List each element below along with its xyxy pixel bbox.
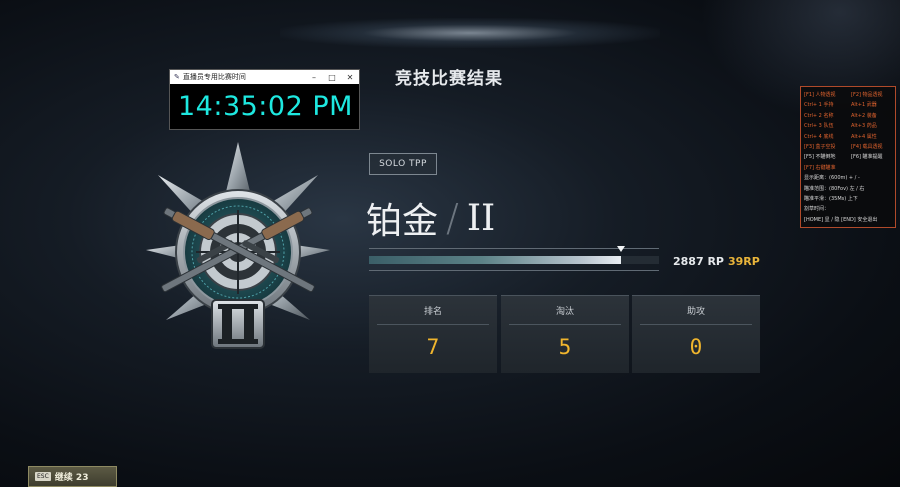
overlay-item: [F1] 人物透视 bbox=[804, 92, 836, 98]
rp-frame-top bbox=[369, 248, 659, 249]
clock-window[interactable]: ✎ 直播员专用比赛时间 – □ ✕ 14:35:02 PM bbox=[169, 69, 360, 130]
overlay-line: 瞄准平滑：(35Ms) 上下 bbox=[804, 196, 858, 203]
rp-value: 2887 RP bbox=[673, 255, 724, 268]
stat-label: 淘汰 bbox=[555, 307, 574, 317]
overlay-item: Alt+2 装备 bbox=[851, 112, 877, 119]
stat-card-kills: 淘汰 5 bbox=[501, 295, 629, 373]
overlay-row: [F1] 人物透视 [F2] 物品透视 bbox=[804, 90, 892, 100]
rank-tier: 铂金 / II bbox=[366, 192, 495, 244]
rp-progress-bar bbox=[369, 256, 659, 264]
esc-key-icon: ESC bbox=[35, 472, 51, 481]
overlay-item: Ctrl+ 3 队伍 bbox=[804, 123, 834, 130]
clock-time: 14:35:02 PM bbox=[178, 91, 353, 122]
overlay-row: Ctrl+ 2 名称 Alt+2 装备 bbox=[804, 111, 892, 121]
overlay-row: [F3] 盒子空投 [F4] 载具透视 bbox=[804, 142, 892, 152]
pen-icon: ✎ bbox=[174, 73, 180, 81]
maximize-button[interactable]: □ bbox=[323, 73, 341, 82]
rp-progress-fill bbox=[369, 256, 622, 264]
rank-tier-name: 铂金 bbox=[366, 201, 439, 242]
overlay-item: Alt+3 药品 bbox=[851, 123, 877, 130]
stat-card-assists: 助攻 0 bbox=[632, 295, 760, 373]
stat-card-rank: 排名 7 bbox=[369, 295, 497, 373]
minimize-button[interactable]: – bbox=[305, 73, 323, 82]
overlay-line: [HOME] 显 / 隐 [END] 安全退出 bbox=[804, 216, 878, 223]
overlay-item: Alt+4 属性 bbox=[851, 133, 877, 140]
continue-label: 继续 23 bbox=[54, 473, 89, 483]
stat-label: 排名 bbox=[423, 307, 442, 317]
continue-button[interactable]: ESC 继续 23 bbox=[28, 466, 117, 487]
divider bbox=[377, 324, 489, 325]
overlay-item: Ctrl+ 4 底线 bbox=[804, 133, 834, 140]
background-glow bbox=[280, 18, 660, 48]
close-button[interactable]: ✕ bbox=[341, 73, 359, 82]
overlay-line: 显示距离：(600m) + / - bbox=[804, 175, 860, 182]
overlay-item: [F3] 盒子空投 bbox=[804, 144, 836, 151]
overlay-item: Ctrl+ 2 名称 bbox=[804, 112, 834, 119]
clock-window-title: 直播员专用比赛时间 bbox=[182, 73, 246, 81]
divider bbox=[509, 324, 621, 325]
tier-divider: / bbox=[446, 196, 459, 240]
page-title: 竞技比赛结果 bbox=[395, 69, 503, 89]
stat-value: 0 bbox=[689, 335, 703, 359]
overlay-item: [F2] 物品透视 bbox=[851, 92, 883, 98]
platinum-rank-emblem-icon bbox=[138, 140, 338, 355]
overlay-item: [F6] 瞄准提醒 bbox=[851, 154, 883, 161]
rank-tier-division: II bbox=[466, 197, 496, 239]
overlay-line: 瞄准范围：(80Fov) 左 / 右 bbox=[804, 185, 865, 192]
rp-gain: 39RP bbox=[728, 255, 760, 268]
overlay-item: [F5] 不瞄倒地 bbox=[804, 154, 836, 161]
divider bbox=[640, 324, 752, 325]
overlay-item: [F4] 载具透视 bbox=[851, 144, 883, 151]
game-mode-badge: SOLO TPP bbox=[369, 153, 437, 175]
overlay-line: [F7] 右键瞄准 bbox=[804, 164, 836, 171]
overlay-item: Alt+1 武器 bbox=[851, 102, 877, 109]
overlay-line: 割草时间： bbox=[804, 206, 830, 213]
overlay-row: Ctrl+ 1 手持 Alt+1 武器 bbox=[804, 100, 892, 110]
overlay-row: Ctrl+ 3 队伍 Alt+3 药品 bbox=[804, 121, 892, 131]
stat-value: 7 bbox=[426, 335, 440, 359]
cheat-overlay-menu: [F1] 人物透视 [F2] 物品透视 Ctrl+ 1 手持 Alt+1 武器 Ct… bbox=[800, 86, 896, 228]
clock-titlebar[interactable]: ✎ 直播员专用比赛时间 – □ ✕ bbox=[170, 70, 359, 84]
stat-value: 5 bbox=[558, 335, 572, 359]
overlay-item: Ctrl+ 1 手持 bbox=[804, 102, 834, 109]
stat-label: 助攻 bbox=[686, 307, 705, 317]
overlay-row: [F5] 不瞄倒地 [F6] 瞄准提醒 bbox=[804, 152, 892, 162]
overlay-row: Ctrl+ 4 底线 Alt+4 属性 bbox=[804, 132, 892, 142]
rp-marker-icon bbox=[617, 246, 626, 252]
rp-frame-bottom bbox=[369, 270, 659, 271]
